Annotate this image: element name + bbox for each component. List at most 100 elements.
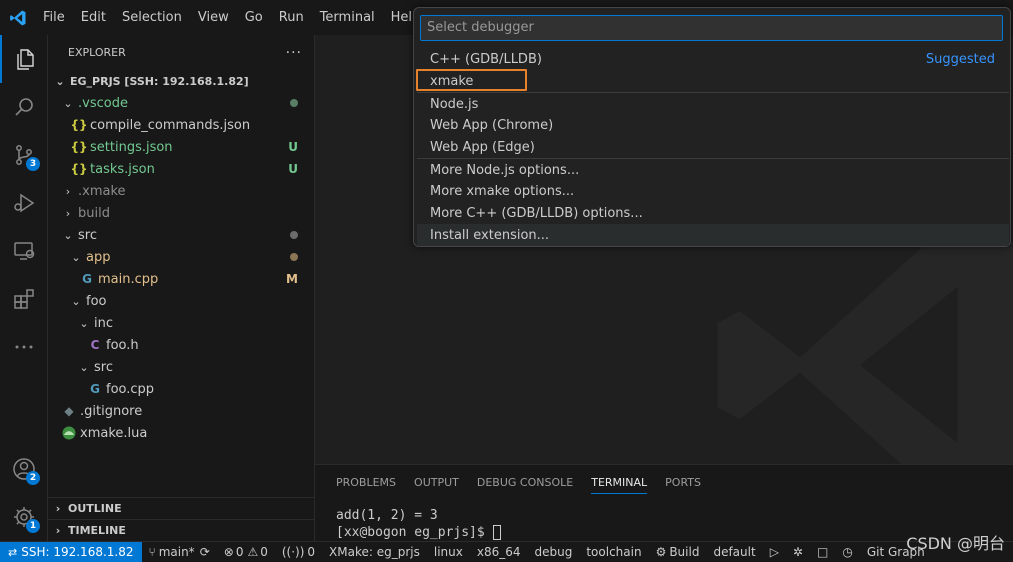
manage-activity[interactable]: 1 bbox=[0, 493, 48, 541]
terminal-prompt: [xx@bogon eg_prjs]$ bbox=[336, 525, 493, 540]
tab-problems[interactable]: PROBLEMS bbox=[327, 465, 405, 500]
quickpick-item-more-xmake[interactable]: More xmake options... bbox=[417, 180, 1009, 202]
outline-section[interactable]: › OUTLINE bbox=[48, 497, 314, 519]
git-status-dot bbox=[290, 99, 298, 107]
xmake-run-button[interactable]: ▷ bbox=[763, 542, 786, 562]
tree-item-main-cpp[interactable]: G main.cpp M bbox=[48, 268, 314, 290]
tree-item-app[interactable]: ⌄ app bbox=[48, 246, 314, 268]
files-icon bbox=[17, 49, 34, 70]
tab-output[interactable]: OUTPUT bbox=[405, 465, 468, 500]
menu-selection[interactable]: Selection bbox=[114, 0, 190, 35]
remote-explorer-activity[interactable] bbox=[0, 227, 48, 275]
tree-item-foo[interactable]: ⌄ foo bbox=[48, 290, 314, 312]
file-tree: ⌄ EG_PRJS [SSH: 192.168.1.82] ⌄ .vscode … bbox=[48, 70, 314, 444]
chevron-down-icon: ⌄ bbox=[63, 228, 73, 242]
quickpick-item-web-chrome[interactable]: Web App (Chrome) bbox=[417, 114, 1009, 136]
run-debug-icon bbox=[14, 193, 35, 213]
tree-item-xmake-dir[interactable]: › .xmake bbox=[48, 180, 314, 202]
explorer-activity[interactable] bbox=[0, 35, 48, 83]
xmake-mode[interactable]: debug bbox=[528, 542, 580, 562]
xmake-platform[interactable]: linux bbox=[427, 542, 470, 562]
tree-item-settings-json[interactable]: {} settings.json U bbox=[48, 136, 314, 158]
cpp-file-icon: G bbox=[82, 272, 92, 286]
menu-go[interactable]: Go bbox=[237, 0, 271, 35]
xmake-project[interactable]: XMake: eg_prjs bbox=[322, 542, 427, 562]
tree-item-xmake-lua[interactable]: xmake.lua bbox=[48, 422, 314, 444]
tab-ports[interactable]: PORTS bbox=[656, 465, 710, 500]
tab-debug-console[interactable]: DEBUG CONSOLE bbox=[468, 465, 582, 500]
xmake-target[interactable]: default bbox=[706, 542, 762, 562]
timeline-section[interactable]: › TIMELINE bbox=[48, 519, 314, 541]
error-icon: ⊗ bbox=[223, 545, 234, 559]
quickpick-item-nodejs[interactable]: Node.js bbox=[417, 93, 1009, 115]
tree-item-foo-cpp[interactable]: G foo.cpp bbox=[48, 378, 314, 400]
git-file-icon: ◆ bbox=[64, 404, 74, 418]
history-icon: ◷ bbox=[842, 545, 853, 559]
search-activity[interactable] bbox=[0, 83, 48, 131]
xmake-arch[interactable]: x86_64 bbox=[470, 542, 528, 562]
terminal-line: add(1, 2) = 3 bbox=[336, 508, 438, 523]
csdn-watermark: CSDN @明台 bbox=[906, 534, 1005, 553]
quickpick-item-xmake[interactable]: xmake bbox=[417, 70, 1009, 92]
xmake-build-button[interactable]: ⚙ Build bbox=[649, 542, 707, 562]
play-icon: ▷ bbox=[769, 545, 779, 559]
chevron-down-icon: ⌄ bbox=[55, 74, 65, 88]
tree-item-gitignore[interactable]: ◆ .gitignore bbox=[48, 400, 314, 422]
tree-item-inc[interactable]: ⌄ inc bbox=[48, 312, 314, 334]
status-bar: ⇄ SSH: 192.168.1.82 ⑂ main* ⟳ ⊗ 0 ⚠ 0 ((… bbox=[0, 541, 1013, 562]
activity-bar: 3 2 1 bbox=[0, 35, 48, 541]
menu-terminal[interactable]: Terminal bbox=[312, 0, 383, 35]
menu-edit[interactable]: Edit bbox=[73, 0, 114, 35]
ellipsis-icon bbox=[15, 345, 33, 349]
xmake-debug-button[interactable]: ✲ bbox=[786, 542, 810, 562]
accounts-activity[interactable]: 2 bbox=[0, 445, 48, 493]
quickpick-input[interactable]: Select debugger bbox=[420, 15, 1003, 41]
xmake-toolchain[interactable]: toolchain bbox=[579, 542, 648, 562]
extensions-activity[interactable] bbox=[0, 275, 48, 323]
menu-view[interactable]: View bbox=[190, 0, 237, 35]
panel-tabs: PROBLEMS OUTPUT DEBUG CONSOLE TERMINAL P… bbox=[327, 465, 710, 500]
quickpick-item-install-extension[interactable]: Install extension... bbox=[417, 224, 1009, 246]
tree-item-foo-src[interactable]: ⌄ src bbox=[48, 356, 314, 378]
tree-item-build[interactable]: › build bbox=[48, 202, 314, 224]
quickpick-item-cpp-gdb[interactable]: C++ (GDB/LLDB) Suggested bbox=[417, 48, 1009, 70]
xmake-stop-button[interactable]: □ bbox=[810, 542, 835, 562]
workspace-root[interactable]: ⌄ EG_PRJS [SSH: 192.168.1.82] bbox=[48, 70, 314, 92]
tree-item-foo-h[interactable]: C foo.h bbox=[48, 334, 314, 356]
tree-item-src[interactable]: ⌄ src bbox=[48, 224, 314, 246]
git-status-untracked: U bbox=[288, 140, 298, 154]
chevron-right-icon: › bbox=[65, 184, 71, 198]
quickpick-item-web-edge[interactable]: Web App (Edge) bbox=[417, 136, 1009, 158]
gear-icon: ⚙ bbox=[655, 545, 667, 559]
menu-run[interactable]: Run bbox=[271, 0, 312, 35]
json-file-icon: {} bbox=[70, 140, 88, 154]
tree-item-vscode[interactable]: ⌄ .vscode bbox=[48, 92, 314, 114]
lua-file-icon bbox=[60, 426, 78, 440]
git-status-dot bbox=[290, 231, 298, 239]
source-control-activity[interactable]: 3 bbox=[0, 131, 48, 179]
terminal-output[interactable]: add(1, 2) = 3 [xx@bogon eg_prjs]$ bbox=[336, 507, 501, 541]
more-activity[interactable] bbox=[0, 323, 48, 371]
tree-item-tasks-json[interactable]: {} tasks.json U bbox=[48, 158, 314, 180]
chevron-down-icon: ⌄ bbox=[71, 250, 81, 264]
source-control-badge: 3 bbox=[26, 157, 40, 171]
chevron-down-icon: ⌄ bbox=[71, 294, 81, 308]
vscode-logo-icon bbox=[0, 0, 35, 35]
tab-terminal[interactable]: TERMINAL bbox=[582, 465, 656, 500]
terminal-cursor bbox=[492, 525, 501, 540]
quickpick-item-more-cpp[interactable]: More C++ (GDB/LLDB) options... bbox=[417, 202, 1009, 224]
problems-indicator[interactable]: ⊗ 0 ⚠ 0 bbox=[217, 542, 275, 562]
tree-item-compile-commands[interactable]: {} compile_commands.json bbox=[48, 114, 314, 136]
menu-file[interactable]: File bbox=[35, 0, 73, 35]
chevron-right-icon: › bbox=[55, 502, 61, 515]
explorer-more-button[interactable]: ··· bbox=[286, 45, 302, 61]
ports-indicator[interactable]: ((·)) 0 bbox=[275, 542, 322, 562]
remote-indicator[interactable]: ⇄ SSH: 192.168.1.82 bbox=[0, 541, 142, 562]
json-file-icon: {} bbox=[70, 118, 88, 132]
run-debug-activity[interactable] bbox=[0, 179, 48, 227]
xmake-history-button[interactable]: ◷ bbox=[835, 542, 859, 562]
menu-bar: File Edit Selection View Go Run Terminal… bbox=[35, 0, 428, 35]
git-branch[interactable]: ⑂ main* ⟳ bbox=[142, 542, 217, 562]
explorer-header: EXPLORER ··· bbox=[48, 35, 314, 70]
quickpick-item-more-nodejs[interactable]: More Node.js options... bbox=[417, 159, 1009, 181]
